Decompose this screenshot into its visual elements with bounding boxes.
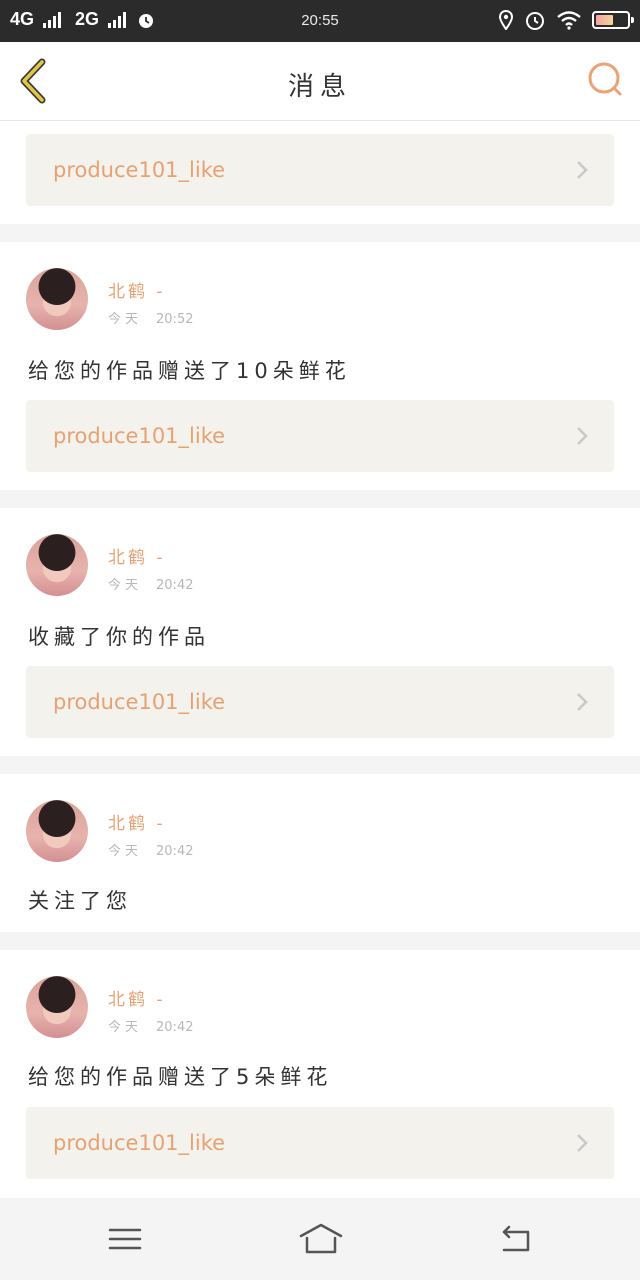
status-right [498,9,634,31]
message-clock: 20:52 [156,312,194,327]
message-text: 关注了您 [28,889,132,913]
chevron-right-icon [577,427,588,445]
message-text: 给您的作品赠送了5朵鲜花 [28,1065,333,1089]
chevron-right-icon [577,161,588,179]
user-name[interactable]: 北鹤 - [108,277,166,302]
avatar[interactable] [26,534,88,596]
user-name[interactable]: 北鹤 - [108,809,166,834]
battery-icon [592,11,634,29]
user-name[interactable]: 北鹤 - [108,543,166,568]
message-item: 北鹤 - 今天 20:42 给您的作品赠送了5朵鲜花 produce101_lik… [0,950,640,1198]
menu-icon[interactable] [105,1222,145,1256]
work-link-label: produce101_like [53,158,226,182]
message-item: produce101_like [0,121,640,224]
message-item: 北鹤 - 今天 20:42 收藏了你的作品 produce101_like [0,508,640,756]
work-link[interactable]: produce101_like [26,134,614,206]
chevron-right-icon [577,1134,588,1152]
header: 消息 [0,42,640,121]
message-day: 今天 [108,1020,143,1035]
message-text: 收藏了你的作品 [28,625,210,649]
message-day: 今天 [108,844,143,859]
avatar[interactable] [26,800,88,862]
status-bar: 4G 2G 20:55 [0,0,640,42]
back-icon[interactable] [496,1222,536,1256]
page-title: 消息 [287,72,352,102]
alarm-icon [526,12,544,30]
chevron-right-icon [577,693,588,711]
wifi-icon [557,11,581,30]
search-icon[interactable] [586,60,626,100]
message-item: 北鹤 - 今天 20:42 关注了您 [0,774,640,932]
avatar[interactable] [26,268,88,330]
work-link-label: produce101_like [53,690,226,714]
work-link[interactable]: produce101_like [26,400,614,472]
battery-level [596,15,613,25]
location-icon [498,10,514,30]
message-day: 今天 [108,312,143,327]
message-time: 今天 20:42 [108,574,193,593]
work-link-label: produce101_like [53,424,226,448]
system-nav-bar [0,1198,640,1280]
message-time: 今天 20:42 [108,1016,193,1035]
message-item: 北鹤 - 今天 20:52 给您的作品赠送了10朵鲜花 produce101_li… [0,242,640,490]
message-clock: 20:42 [156,1020,194,1035]
message-day: 今天 [108,578,143,593]
message-time: 今天 20:52 [108,308,193,327]
message-time: 今天 20:42 [108,840,193,859]
user-name[interactable]: 北鹤 - [108,985,166,1010]
work-link[interactable]: produce101_like [26,666,614,738]
message-text: 给您的作品赠送了10朵鲜花 [28,359,351,383]
message-clock: 20:42 [156,578,194,593]
work-link[interactable]: produce101_like [26,1107,614,1179]
message-clock: 20:42 [156,844,194,859]
work-link-label: produce101_like [53,1131,226,1155]
avatar[interactable] [26,976,88,1038]
home-icon[interactable] [298,1222,344,1256]
